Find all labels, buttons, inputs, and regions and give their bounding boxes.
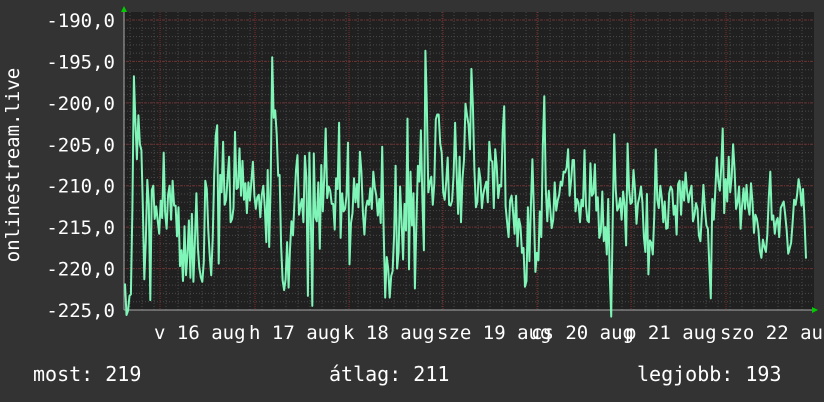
- x-tick-label: p 21 aug: [625, 322, 717, 344]
- stat-best: legjobb: 193: [637, 362, 782, 386]
- y-tick-label: -210,0: [46, 176, 115, 198]
- x-tick-label: k 18 aug: [343, 322, 435, 344]
- y-tick-label: -225,0: [46, 300, 115, 322]
- x-axis-ticks: v 16 aug h 17 aug k 18 aug sze 19 augcs 20 …: [154, 322, 824, 344]
- stat-average: átlag: 211: [329, 362, 450, 386]
- line-chart: -190,0 -195,0 -200,0 -205,0 -210,0 -215,0 -220…: [2, 6, 824, 344]
- y-tick-label: -205,0: [46, 134, 115, 156]
- x-axis-arrow: [812, 307, 818, 313]
- x-tick-label: h 17 aug: [249, 322, 341, 344]
- stat-current: most: 219: [33, 362, 142, 386]
- y-tick-label: -190,0: [46, 10, 115, 32]
- y-axis-ticks: -190,0 -195,0 -200,0 -205,0 -210,0 -215,0 -220…: [46, 10, 115, 322]
- x-tick-label: v 16 aug: [154, 322, 246, 344]
- x-tick-label: szo 22 aug: [720, 322, 824, 344]
- x-tick-label: cs 20 aug: [531, 322, 634, 344]
- y-tick-label: -220,0: [46, 259, 115, 281]
- y-axis-arrow: [121, 6, 127, 12]
- y-tick-label: -200,0: [46, 93, 115, 115]
- y-tick-label: -215,0: [46, 217, 115, 239]
- y-axis-label: onlinestream.live: [2, 68, 24, 262]
- y-tick-label: -195,0: [46, 51, 115, 73]
